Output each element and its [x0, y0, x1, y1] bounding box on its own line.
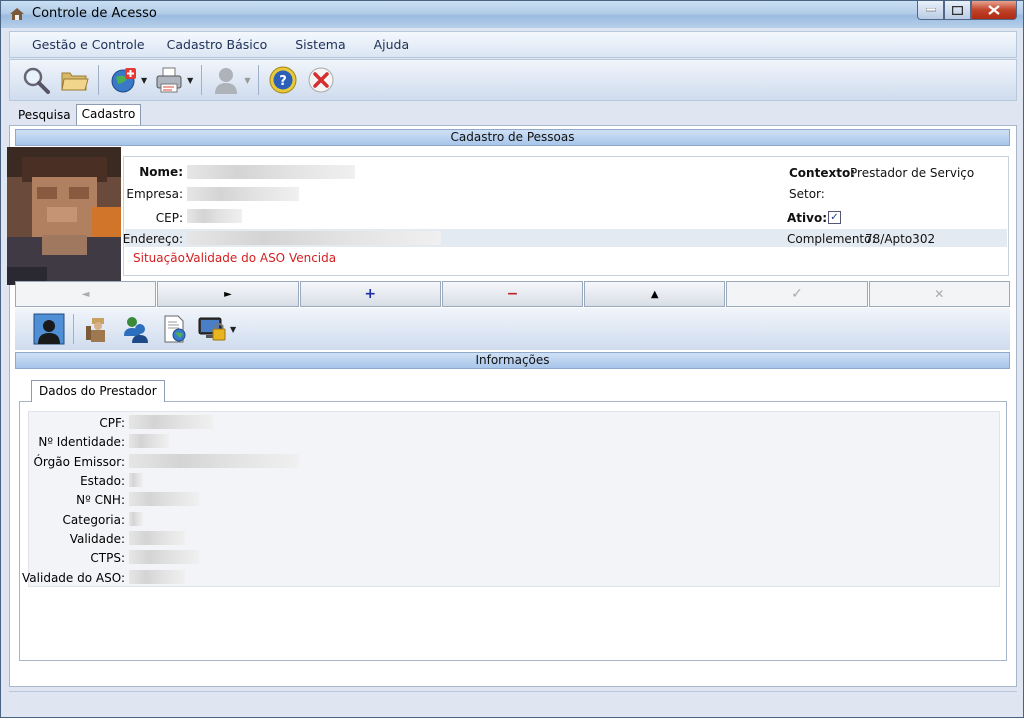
empresa-value-redacted: [187, 187, 299, 201]
arrow-left-icon: ◄: [81, 288, 90, 300]
menu-cadastro-basico[interactable]: Cadastro Básico: [158, 37, 287, 52]
toolbar-separator: [98, 65, 99, 95]
exit-icon[interactable]: [305, 64, 337, 96]
title-bar[interactable]: Controle de Acesso: [1, 1, 1023, 28]
contexto-value: Prestador de Serviço: [850, 166, 975, 180]
cpf-value-redacted: [129, 415, 213, 429]
label-cpf: CPF:: [99, 416, 125, 430]
label-ativo: Ativo:: [787, 211, 828, 225]
record-navigation: ◄ ► + − ▲ ✓ ✕: [15, 281, 1010, 307]
arrow-right-icon: ►: [224, 288, 232, 300]
app-icon: [10, 8, 24, 20]
edit-record-button[interactable]: ▲: [584, 281, 726, 307]
cancel-button[interactable]: ✕: [868, 281, 1010, 307]
maximize-button[interactable]: [944, 1, 971, 20]
informacoes-header: Informações: [15, 352, 1010, 369]
minus-icon: −: [506, 286, 519, 302]
globe-add-icon[interactable]: [107, 64, 139, 96]
label-complemento: Complemento:: [787, 232, 876, 246]
label-endereco: Endereço:: [122, 232, 183, 246]
nav-prev-button[interactable]: ◄: [15, 281, 157, 307]
cep-value-redacted: [187, 209, 242, 223]
label-cep: CEP:: [155, 211, 183, 225]
user-silhouette-icon[interactable]: [210, 64, 242, 96]
users-group-icon[interactable]: [120, 313, 152, 345]
cnh-value-redacted: [129, 492, 199, 506]
situacao-value: Validade do ASO Vencida: [186, 251, 337, 265]
delete-record-button[interactable]: −: [441, 281, 584, 307]
close-button[interactable]: [971, 1, 1017, 20]
toolbar-separator: [73, 314, 74, 344]
app-window: Controle de Acesso Gestão e Controle Cad…: [0, 0, 1024, 718]
label-categoria: Categoria:: [62, 513, 125, 527]
menu-bar: Gestão e Controle Cadastro Básico Sistem…: [9, 31, 1017, 58]
main-toolbar: ▼ ▼ ▼ ?: [9, 59, 1017, 101]
person-card-icon[interactable]: [33, 313, 65, 345]
label-situacao: Situação:: [133, 251, 189, 265]
complemento-value: 78/Apto302: [865, 232, 936, 246]
main-tabs: Pesquisa Cadastro: [13, 104, 142, 126]
label-estado: Estado:: [80, 474, 125, 488]
plus-icon: +: [364, 286, 377, 302]
tab-dados-prestador[interactable]: Dados do Prestador: [31, 380, 165, 402]
cadastro-header: Cadastro de Pessoas: [15, 129, 1010, 146]
label-identidade: Nº Identidade:: [38, 435, 125, 449]
validade-value-redacted: [129, 531, 185, 545]
toolbar-separator: [258, 65, 260, 95]
label-empresa: Empresa:: [126, 187, 183, 201]
label-orgao-emissor: Órgão Emissor:: [33, 455, 125, 469]
nome-value-redacted: [187, 165, 355, 179]
record-toolbar: ▼: [15, 308, 1010, 350]
svg-text:?: ?: [280, 74, 288, 89]
chevron-down-icon[interactable]: ▼: [141, 76, 147, 85]
status-bar: [9, 691, 1017, 711]
search-icon[interactable]: [20, 64, 52, 96]
endereco-value-redacted: [187, 231, 441, 245]
person-photo: [7, 147, 121, 285]
monitor-lock-icon[interactable]: [196, 313, 228, 345]
estado-value-redacted: [129, 473, 143, 487]
menu-sistema[interactable]: Sistema: [286, 37, 364, 52]
tab-pesquisa[interactable]: Pesquisa: [13, 106, 76, 126]
window-title: Controle de Acesso: [32, 6, 157, 21]
arrow-up-icon: ▲: [650, 288, 659, 300]
check-icon: ✓: [791, 286, 803, 302]
label-contexto: Contexto:: [789, 166, 855, 180]
label-nome: Nome:: [139, 165, 183, 179]
confirm-button[interactable]: ✓: [726, 281, 868, 307]
folder-icon[interactable]: [58, 64, 90, 96]
add-record-button[interactable]: +: [299, 281, 441, 307]
label-ctps: CTPS:: [90, 551, 125, 565]
printer-icon[interactable]: [153, 64, 185, 96]
ctps-value-redacted: [129, 550, 199, 564]
chevron-down-icon[interactable]: ▼: [187, 76, 193, 85]
label-validade: Validade:: [69, 532, 125, 546]
minimize-button[interactable]: [917, 1, 944, 20]
orgao-emissor-value-redacted: [129, 454, 299, 468]
identidade-value-redacted: [129, 434, 169, 448]
label-cnh: Nº CNH:: [76, 493, 125, 507]
worker-icon[interactable]: [82, 313, 114, 345]
validade-aso-value-redacted: [129, 570, 185, 584]
document-globe-icon[interactable]: [158, 313, 190, 345]
help-icon[interactable]: ?: [267, 64, 299, 96]
ativo-checkbox[interactable]: ✓: [828, 211, 841, 224]
x-icon: ✕: [934, 287, 945, 301]
menu-gestao[interactable]: Gestão e Controle: [10, 37, 158, 52]
categoria-value-redacted: [129, 512, 143, 526]
menu-ajuda[interactable]: Ajuda: [365, 37, 429, 52]
chevron-down-icon[interactable]: ▼: [230, 325, 236, 334]
toolbar-separator: [201, 65, 203, 95]
tab-cadastro[interactable]: Cadastro: [75, 104, 142, 126]
chevron-down-icon[interactable]: ▼: [244, 76, 250, 85]
label-validade-aso: Validade do ASO:: [22, 571, 125, 585]
label-setor: Setor:: [789, 187, 825, 201]
nav-next-button[interactable]: ►: [157, 281, 299, 307]
